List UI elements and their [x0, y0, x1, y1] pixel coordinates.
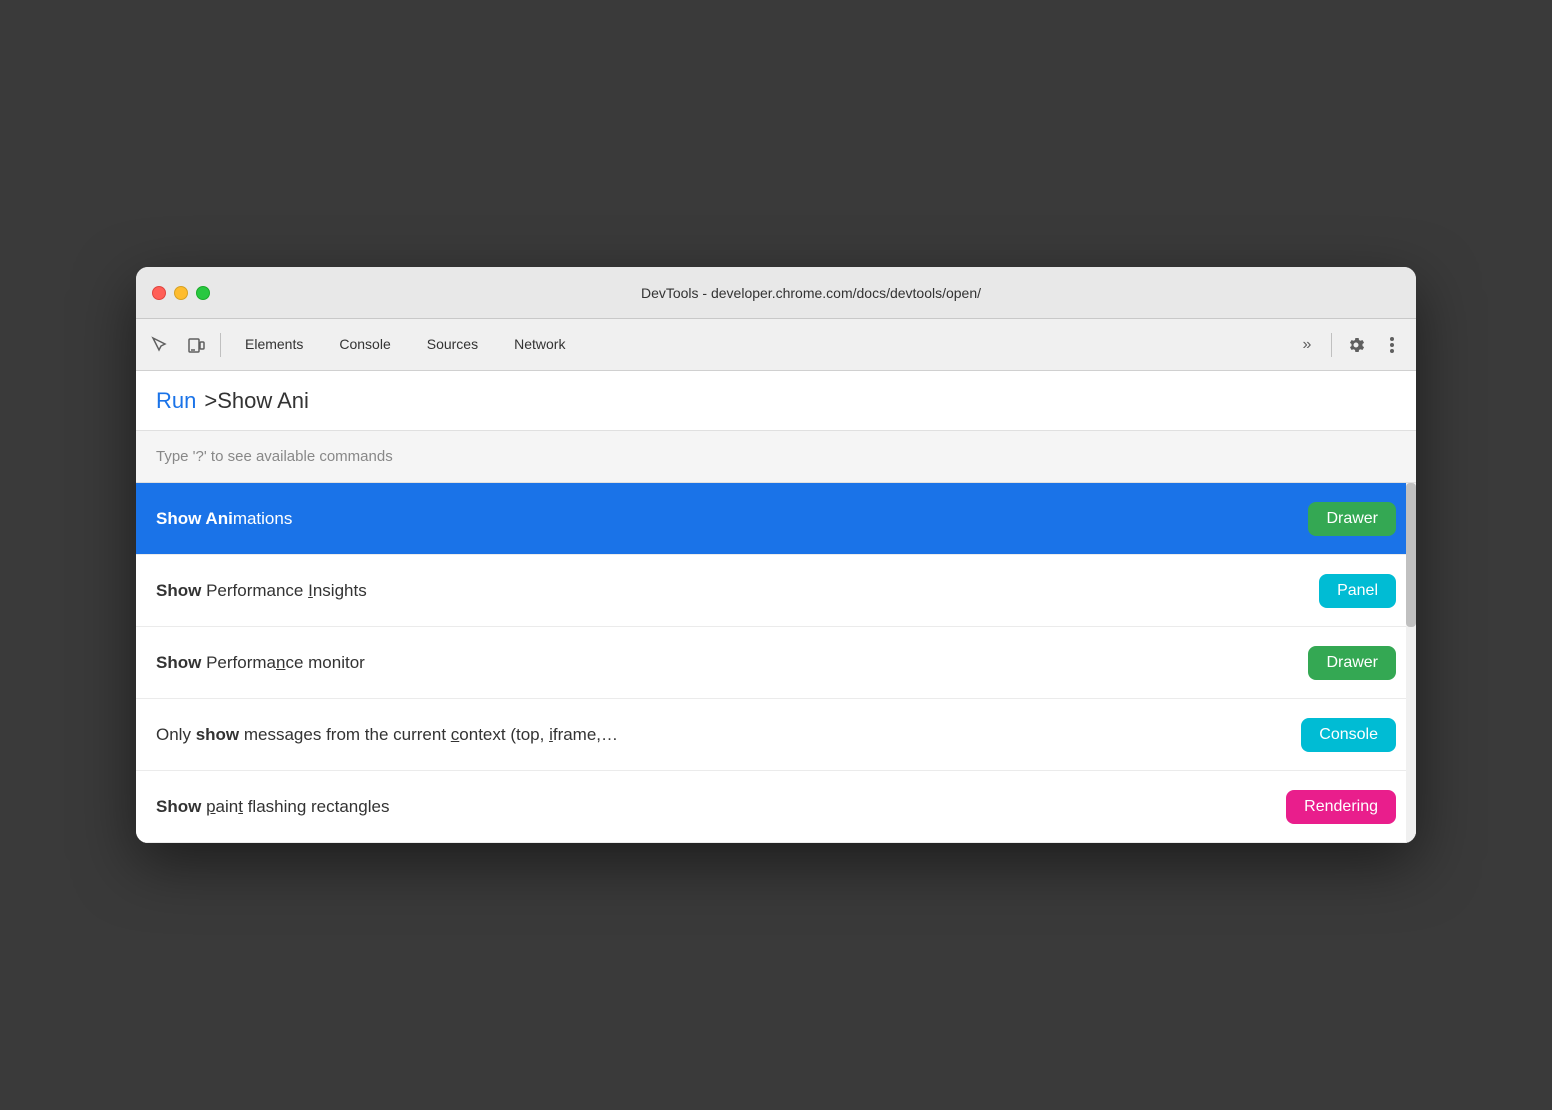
item-bold-text: Show: [156, 653, 201, 672]
command-palette: Run >Show Ani Type '?' to see available …: [136, 371, 1416, 843]
item-bold-text: Show Ani: [156, 509, 233, 528]
toolbar-right: »: [1291, 329, 1408, 361]
minimize-button[interactable]: [174, 286, 188, 300]
toolbar-divider-right: [1331, 333, 1332, 357]
badge-drawer[interactable]: Drawer: [1308, 502, 1396, 536]
maximize-button[interactable]: [196, 286, 210, 300]
command-item-text: Show Animations: [156, 509, 1308, 529]
toolbar-divider: [220, 333, 221, 357]
badge-drawer-2[interactable]: Drawer: [1308, 646, 1396, 680]
item-normal-text: Performance monitor: [201, 653, 364, 672]
command-item-performance-insights[interactable]: Show Performance Insights Panel: [136, 555, 1416, 627]
titlebar: DevTools - developer.chrome.com/docs/dev…: [136, 267, 1416, 319]
tab-elements[interactable]: Elements: [229, 319, 319, 370]
tab-sources[interactable]: Sources: [411, 319, 494, 370]
device-toolbar-button[interactable]: [180, 329, 212, 361]
traffic-lights: [152, 286, 210, 300]
run-label: Run: [156, 388, 196, 414]
command-item-text: Only show messages from the current cont…: [156, 725, 1301, 745]
command-item-performance-monitor[interactable]: Show Performance monitor Drawer: [136, 627, 1416, 699]
command-hint-row: Type '?' to see available commands: [136, 431, 1416, 483]
close-button[interactable]: [152, 286, 166, 300]
more-options-button[interactable]: [1376, 329, 1408, 361]
inspect-element-button[interactable]: [144, 329, 176, 361]
item-normal-text: mations: [233, 509, 293, 528]
scrollbar-track[interactable]: [1406, 483, 1416, 843]
command-item-text: Show Performance monitor: [156, 653, 1308, 673]
item-normal-text: Only show messages from the current cont…: [156, 725, 618, 744]
tab-console[interactable]: Console: [323, 319, 406, 370]
command-item-text: Show paint flashing rectangles: [156, 797, 1286, 817]
command-run-row[interactable]: Run >Show Ani: [136, 371, 1416, 431]
command-item-show-animations[interactable]: Show Animations Drawer: [136, 483, 1416, 555]
item-normal-text: paint flashing rectangles: [201, 797, 389, 816]
command-item-text: Show Performance Insights: [156, 581, 1319, 601]
item-bold-text: Show: [156, 581, 201, 600]
devtools-toolbar: Elements Console Sources Network »: [136, 319, 1416, 371]
item-normal-text: Performance Insights: [201, 581, 366, 600]
badge-console[interactable]: Console: [1301, 718, 1396, 752]
item-bold-text: Show: [156, 797, 201, 816]
scrollbar-thumb[interactable]: [1406, 483, 1416, 627]
command-item-show-messages[interactable]: Only show messages from the current cont…: [136, 699, 1416, 771]
devtools-window: DevTools - developer.chrome.com/docs/dev…: [136, 267, 1416, 843]
run-query: >Show Ani: [204, 388, 309, 414]
more-tabs-button[interactable]: »: [1291, 329, 1323, 361]
badge-rendering[interactable]: Rendering: [1286, 790, 1396, 824]
badge-panel[interactable]: Panel: [1319, 574, 1396, 608]
window-title: DevTools - developer.chrome.com/docs/dev…: [222, 285, 1400, 301]
tab-network[interactable]: Network: [498, 319, 581, 370]
command-item-paint-flashing[interactable]: Show paint flashing rectangles Rendering: [136, 771, 1416, 843]
command-list: Show Animations Drawer Show Performance …: [136, 483, 1416, 843]
command-hint-text: Type '?' to see available commands: [156, 448, 393, 465]
settings-button[interactable]: [1340, 329, 1372, 361]
